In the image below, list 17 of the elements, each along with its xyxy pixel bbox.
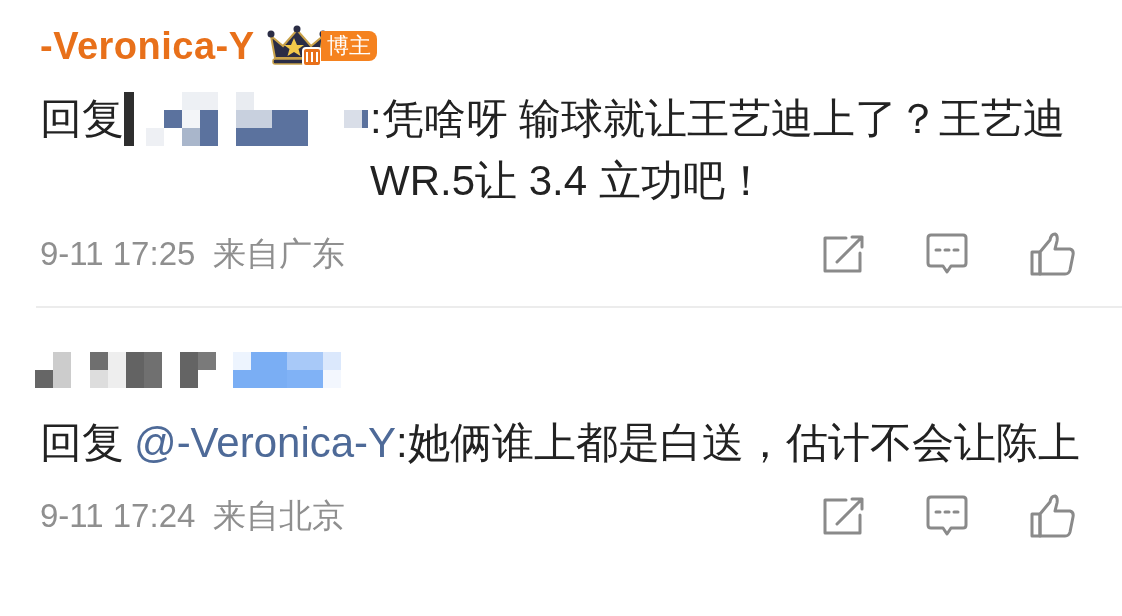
location-label: 来自北京 — [213, 496, 346, 537]
reply-label: 回复 — [40, 94, 124, 144]
user-mention-link[interactable]: @-Veronica-Y — [134, 412, 397, 474]
comment-icon[interactable] — [926, 495, 968, 537]
comment-text: :她俩谁上都是白送，估计不会让陈上 — [396, 418, 1080, 468]
share-icon[interactable] — [822, 235, 864, 273]
timestamp: 9-11 17:25 — [40, 234, 196, 275]
location-label: 来自广东 — [213, 234, 346, 275]
comment-icon[interactable] — [926, 233, 968, 275]
share-icon[interactable] — [822, 497, 864, 535]
reply-label: 回复 — [40, 418, 124, 468]
blogger-badge: 博主 — [320, 31, 377, 61]
timestamp: 9-11 17:24 — [40, 496, 196, 537]
comment-text: :凭啥呀 输球就让王艺迪上了？王艺迪 WR.5让 3.4 立功吧！ — [370, 94, 1067, 206]
thumbs-up-icon[interactable] — [1030, 494, 1076, 538]
author-name[interactable]: -Veronica-Y — [40, 17, 255, 75]
thumbs-up-icon[interactable] — [1030, 232, 1076, 276]
